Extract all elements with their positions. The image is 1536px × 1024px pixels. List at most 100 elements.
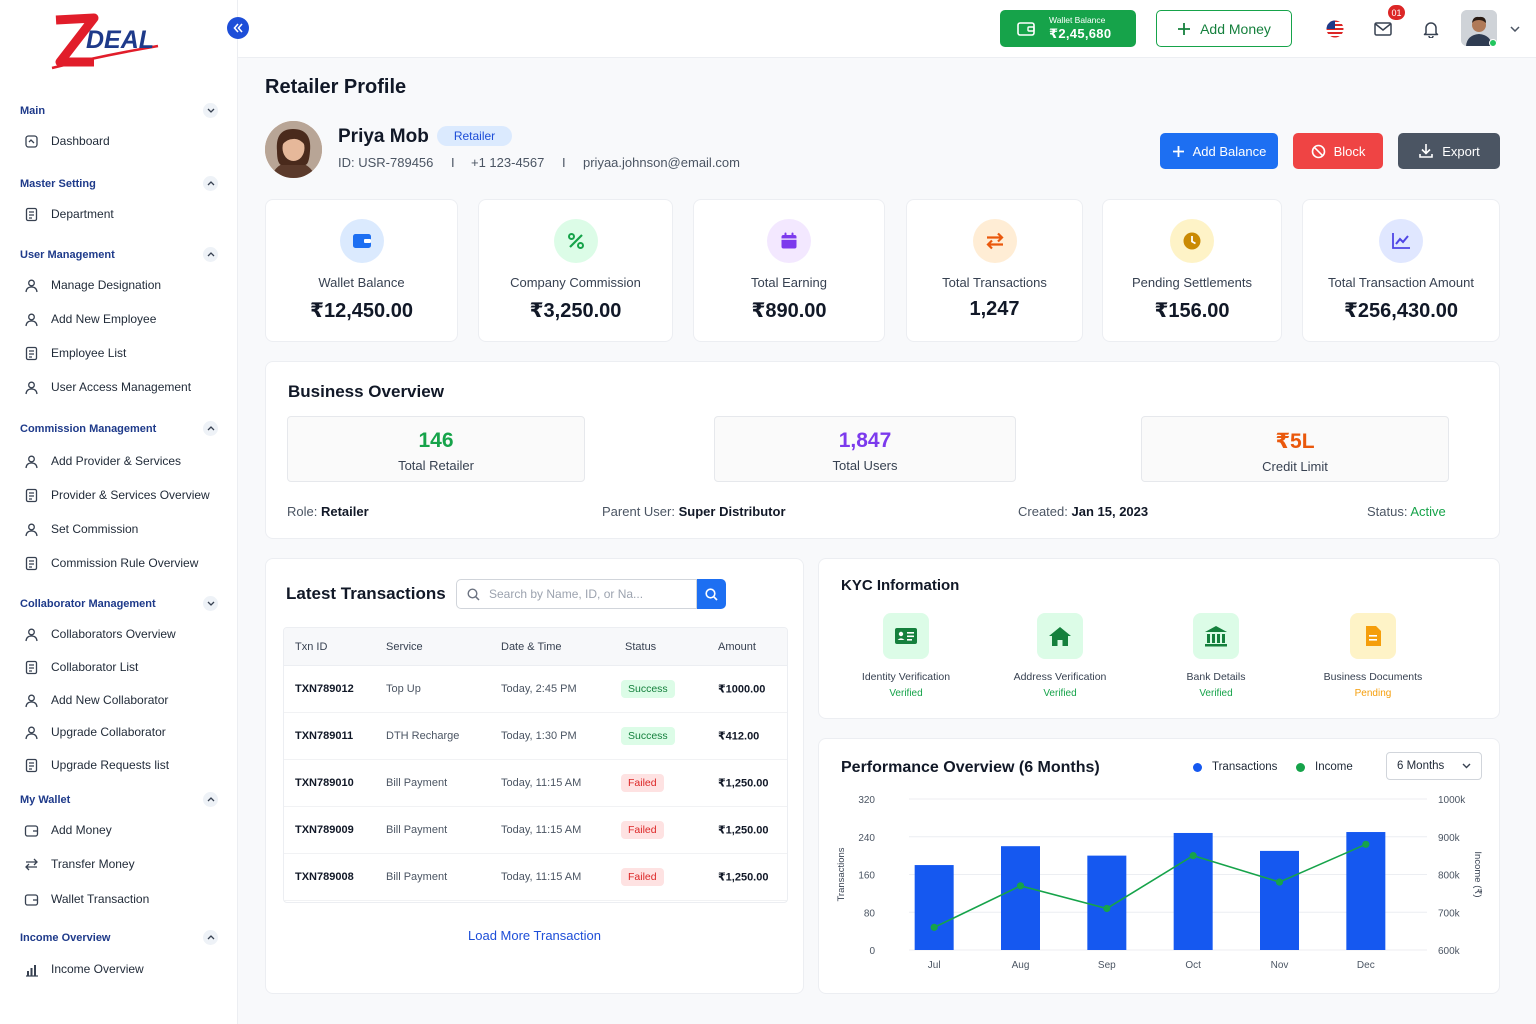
chevron-up-icon[interactable] — [203, 792, 218, 807]
chevron-down-icon[interactable] — [1503, 14, 1527, 44]
online-status-dot — [1489, 39, 1497, 47]
transaction-search-input[interactable] — [489, 587, 689, 601]
sidebar-item-upgrade-requests-list[interactable]: Upgrade Requests list — [24, 755, 169, 775]
swap-arrows-icon — [972, 219, 1017, 263]
amount-cell: ₹1,250.00 — [718, 777, 769, 790]
sidebar-item-label: Provider & Services Overview — [51, 488, 210, 502]
sidebar-item-label: Commission Rule Overview — [51, 556, 199, 570]
sidebar-item-label: Add New Collaborator — [51, 693, 169, 707]
chevron-up-icon[interactable] — [203, 930, 218, 945]
created-label: Created: — [1018, 504, 1068, 519]
sidebar-section-income-overview[interactable]: Income Overview — [20, 930, 218, 945]
sidebar-item-wallet-transaction[interactable]: Wallet Transaction — [24, 889, 149, 909]
sidebar-item-set-commission[interactable]: Set Commission — [24, 519, 138, 539]
us-flag-icon[interactable] — [1320, 14, 1350, 44]
stat-value: ₹12,450.00 — [310, 300, 413, 322]
sidebar-section-main[interactable]: Main — [20, 103, 218, 118]
column-header: Service — [386, 640, 423, 653]
total-retailer-box: 146 Total Retailer — [287, 416, 585, 482]
table-row[interactable]: TXN789012 Top Up Today, 2:45 PM Success ₹100… — [284, 666, 787, 713]
chevron-up-icon[interactable] — [203, 421, 218, 436]
total-users-value: 1,847 — [838, 429, 892, 452]
transaction-search-box — [456, 579, 697, 609]
sidebar-item-upgrade-collaborator[interactable]: Upgrade Collaborator — [24, 722, 166, 742]
sidebar-item-add-provider-and-services[interactable]: Add Provider & Services — [24, 451, 181, 471]
wallet-icon — [24, 823, 39, 838]
kyc-identity-verification[interactable]: Identity Verification Verified — [841, 613, 971, 699]
sidebar-item-transfer-money[interactable]: Transfer Money — [24, 854, 135, 874]
table-row[interactable]: TXN789008 Bill Payment Today, 11:15 AM Fail… — [284, 854, 787, 901]
bell-icon[interactable] — [1416, 14, 1446, 44]
status-badge: Failed — [621, 868, 664, 886]
sidebar-item-user-access-management[interactable]: User Access Management — [24, 377, 191, 397]
y-tick-label: 0 — [869, 946, 875, 957]
sidebar-section-user-management[interactable]: User Management — [20, 247, 218, 262]
performance-overview-card: Performance Overview (6 Months) Transact… — [818, 738, 1500, 994]
chevron-down-icon[interactable] — [203, 596, 218, 611]
sidebar-section-my-wallet[interactable]: My Wallet — [20, 792, 218, 807]
block-button[interactable]: Block — [1293, 133, 1383, 169]
export-label: Export — [1442, 143, 1480, 159]
txn-id-cell: TXN789008 — [295, 871, 354, 883]
load-more-transactions-link[interactable]: Load More Transaction — [266, 928, 803, 943]
document-icon — [24, 660, 39, 675]
created-value: Jan 15, 2023 — [1071, 504, 1149, 519]
kyc-bank-details[interactable]: Bank Details Verified — [1151, 613, 1281, 699]
wallet-balance-chip[interactable]: Wallet Balance ₹2,45,680 — [1000, 10, 1136, 47]
sidebar-item-add-new-collaborator[interactable]: Add New Collaborator — [24, 690, 168, 710]
kyc-title: KYC Information — [841, 577, 960, 594]
search-button[interactable] — [697, 579, 726, 609]
sidebar-section-collaborator-management[interactable]: Collaborator Management — [20, 596, 218, 611]
zdeal-logo[interactable]: DEAL — [50, 12, 160, 70]
sidebar-item-label: Upgrade Collaborator — [51, 725, 166, 739]
add-money-button[interactable]: Add Money — [1156, 10, 1292, 47]
status-value: Active — [1410, 504, 1446, 519]
sidebar-item-collaborators-overview[interactable]: Collaborators Overview — [24, 624, 176, 644]
kyc-business-documents[interactable]: Business Documents Pending — [1308, 613, 1438, 699]
chevron-down-icon[interactable] — [203, 103, 218, 118]
chevron-up-icon[interactable] — [203, 247, 218, 262]
table-row[interactable]: TXN789009 Bill Payment Today, 11:15 AM Fail… — [284, 807, 787, 854]
date-time-cell: Today, 11:15 AM — [501, 871, 582, 883]
stat-card-total-transaction-amount: Total Transaction Amount ₹256,430.00 — [1302, 199, 1500, 342]
sidebar-item-income-overview[interactable]: Income Overview — [24, 959, 144, 979]
sidebar-item-commission-rule-overview[interactable]: Commission Rule Overview — [24, 553, 198, 573]
chevron-up-icon[interactable] — [203, 176, 218, 191]
sidebar-item-department[interactable]: Department — [24, 204, 114, 224]
search-icon — [467, 587, 480, 601]
sidebar-item-dashboard[interactable]: Dashboard — [24, 131, 110, 151]
user-icon — [24, 725, 39, 740]
parent-user-label: Parent User: — [602, 504, 675, 519]
sidebar-item-add-money[interactable]: Add Money — [24, 820, 112, 840]
table-row[interactable]: TXN789010 Bill Payment Today, 11:15 AM Fail… — [284, 760, 787, 807]
x-tick-label: Sep — [1098, 960, 1116, 971]
kyc-label: Bank Details — [1186, 671, 1246, 683]
sidebar-collapse-button[interactable] — [227, 17, 249, 39]
x-tick-label: Oct — [1185, 960, 1201, 971]
sidebar-section-title: User Management — [20, 248, 115, 261]
y2-tick-label: 1000k — [1438, 795, 1466, 806]
export-button[interactable]: Export — [1398, 133, 1500, 169]
total-users-label: Total Users — [832, 458, 898, 473]
sidebar-item-provider-and-services-overview[interactable]: Provider & Services Overview — [24, 485, 210, 505]
bar-oct — [1173, 832, 1213, 950]
y2-tick-label: 800k — [1438, 871, 1461, 882]
sidebar-section-commission-management[interactable]: Commission Management — [20, 421, 218, 436]
table-row[interactable]: TXN789011 DTH Recharge Today, 1:30 PM Succe… — [284, 713, 787, 760]
credit-limit-box: ₹5L Credit Limit — [1141, 416, 1449, 482]
sidebar-item-employee-list[interactable]: Employee List — [24, 343, 126, 363]
income-line — [933, 843, 1367, 929]
service-cell: Bill Payment — [386, 824, 448, 836]
parent-user-value: Super Distributor — [678, 504, 786, 519]
sidebar-item-label: Collaborator List — [51, 660, 139, 674]
sidebar-item-add-new-employee[interactable]: Add New Employee — [24, 309, 156, 329]
add-money-label: Add Money — [1200, 20, 1271, 37]
add-balance-button[interactable]: Add Balance — [1160, 133, 1278, 169]
sidebar-section-master-setting[interactable]: Master Setting — [20, 176, 218, 191]
meta-separator: I — [562, 155, 566, 170]
kyc-address-verification[interactable]: Address Verification Verified — [995, 613, 1125, 699]
sidebar-item-manage-designation[interactable]: Manage Designation — [24, 275, 161, 295]
sidebar-item-collaborator-list[interactable]: Collaborator List — [24, 657, 138, 677]
kyc-status: Pending — [1354, 688, 1392, 699]
status-badge: Failed — [621, 821, 664, 839]
